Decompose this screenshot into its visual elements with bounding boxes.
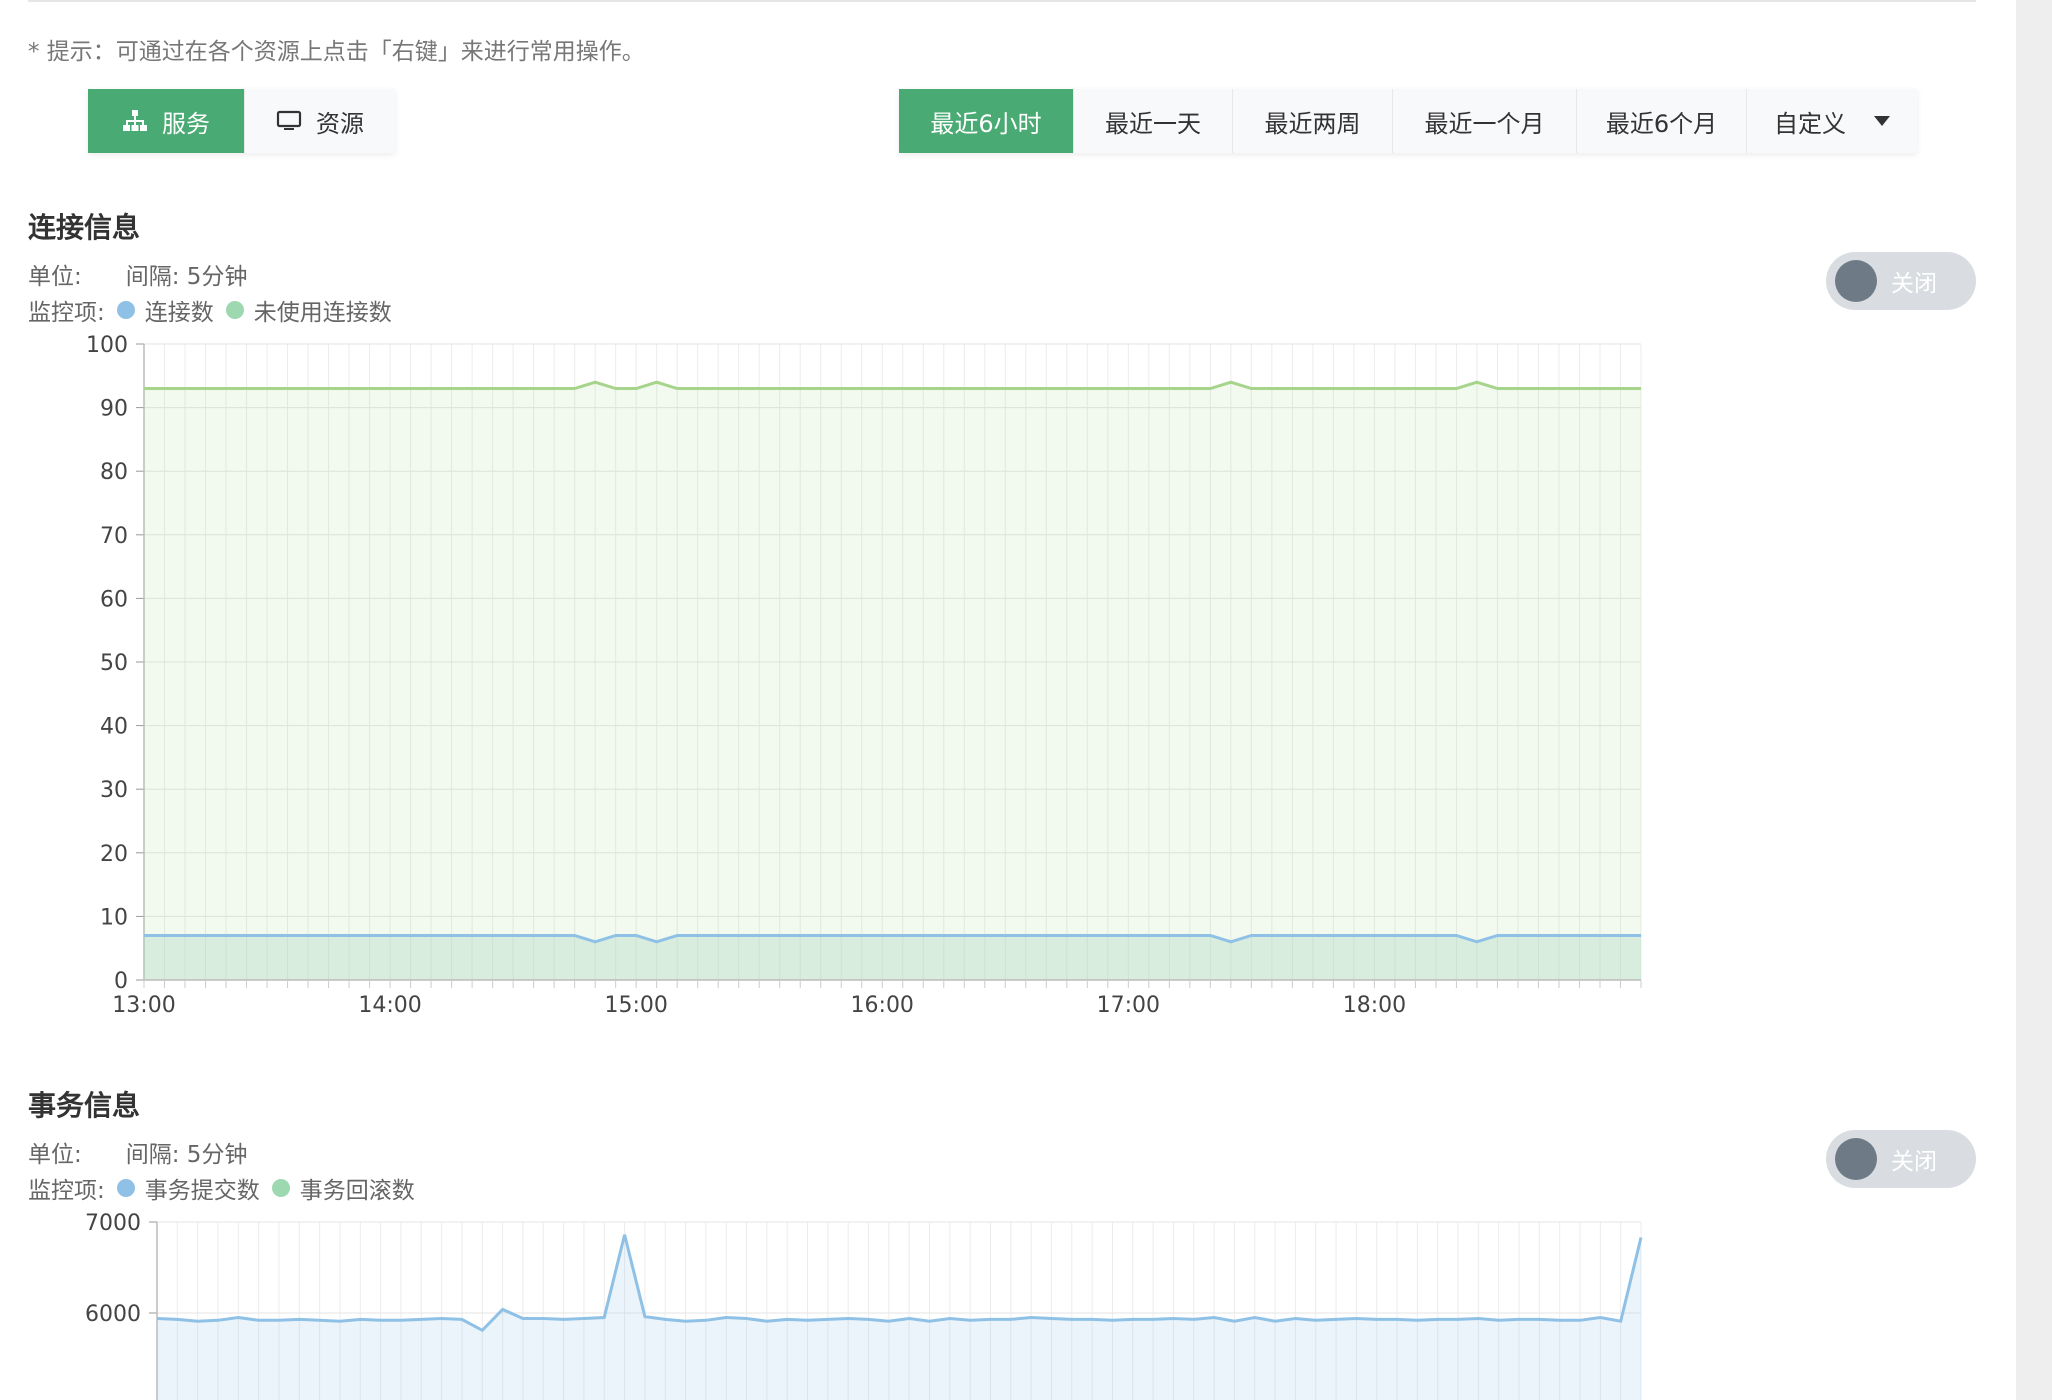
series-line-0: [156, 1234, 1643, 1333]
series-area-0: [157, 1234, 1641, 1400]
page: * 提示：可通过在各个资源上点击「右键」来进行常用操作。 服务 资源 最近6小时…: [0, 0, 2052, 1400]
transaction-chart: 6000 7000: [85, 1211, 1643, 1400]
y-tick-label: 6000: [85, 1302, 141, 1327]
y-tick-label: 7000: [85, 1211, 141, 1236]
